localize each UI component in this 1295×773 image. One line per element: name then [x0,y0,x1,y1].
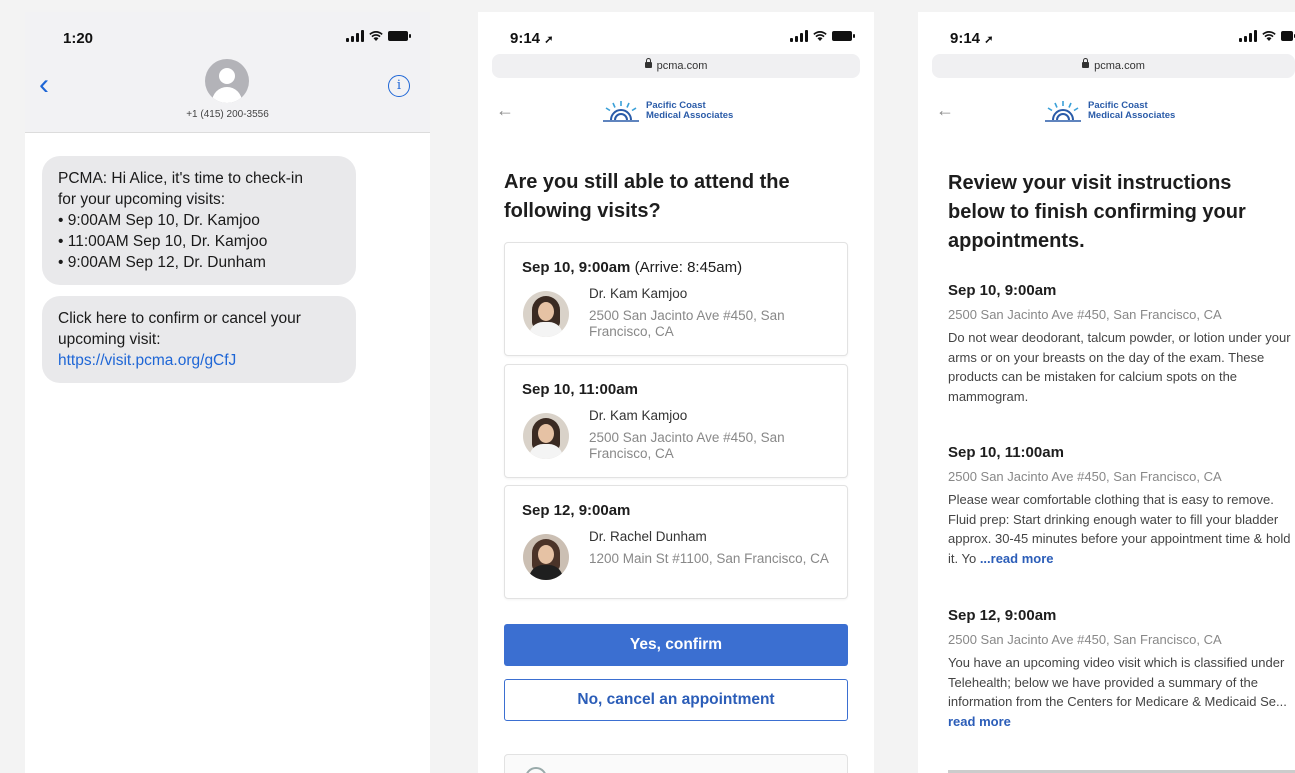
message-line: • 11:00AM Sep 10, Dr. Kamjoo [58,233,268,250]
message-line: • 9:00AM Sep 12, Dr. Dunham [58,254,266,271]
visit-card[interactable]: Sep 12, 9:00am Dr. Rachel Dunham 1200 Ma… [504,485,848,599]
location-arrow-icon: ➚ [984,34,994,46]
read-more-link[interactable]: ...read more [980,551,1054,566]
wifi-icon [1262,31,1276,41]
message-line: • 9:00AM Sep 10, Dr. Kamjoo [58,212,260,229]
info-icon[interactable]: i [388,75,410,97]
pcma-logo: Pacific Coast Medical Associates [602,100,733,122]
visit-title: Sep 10, 11:00am [522,381,638,398]
page-nav: ← Pacific Coast Medical Associates [478,92,874,132]
doctor-name: Dr. Kam Kamjoo [589,408,688,423]
contact-avatar[interactable] [205,59,249,103]
signal-icon [790,30,808,42]
page-title: Are you still able to attend the followi… [504,171,790,222]
visit-instructions: Sep 10, 9:00am 2500 San Jacinto Ave #450… [948,282,1293,406]
visit-title: Sep 10, 9:00am (Arrive: 8:45am) [522,259,743,276]
page-nav: ← Pacific Coast Medical Associates [918,92,1295,132]
visit-time: Sep 12, 9:00am [948,607,1057,624]
doctor-name: Dr. Kam Kamjoo [589,286,688,301]
doctor-avatar [523,534,569,580]
visit-note: You have an upcoming video visit which i… [948,655,1287,729]
battery-icon [388,31,411,41]
message-line: PCMA: Hi Alice, it's time to check-in [58,170,303,187]
sms-header: 1:20 ‹ +1 (415) 200-3556 i [25,12,430,133]
status-bar: 9:14 ➚ [478,12,874,60]
visit-card[interactable]: Sep 10, 9:00am (Arrive: 8:45am) Dr. Kam … [504,242,848,356]
visit-address: 2500 San Jacinto Ave #450, San Francisco… [948,307,1222,322]
doctor-name: Dr. Rachel Dunham [589,529,707,544]
url-bar[interactable]: pcma.com [492,54,860,78]
page-title: Review your visit instructions below to … [948,172,1246,252]
logo-line: Medical Associates [646,110,734,121]
message-bubble: PCMA: Hi Alice, it's time to check-in fo… [42,156,356,285]
message-line: for your upcoming visits: [58,191,226,208]
confirm-screen: 9:14 ➚ pcma.com ← Pacific Coast Medical [478,12,874,773]
battery-icon [1281,31,1295,41]
back-chevron-icon[interactable]: ‹ [39,70,49,100]
url-bar[interactable]: pcma.com [932,54,1295,78]
wifi-icon [813,31,827,41]
visit-address: 2500 San Jacinto Ave #450, San Francisco… [589,430,785,461]
url-text: pcma.com [1094,60,1145,72]
confirm-link[interactable]: https://visit.pcma.org/gCfJ [58,350,340,371]
visit-instructions: Sep 12, 9:00am 2500 San Jacinto Ave #450… [948,607,1293,731]
location-arrow-icon: ➚ [544,34,554,46]
back-arrow-icon[interactable]: ← [496,100,514,121]
cancel-appointment-button[interactable]: No, cancel an appointment [504,679,848,721]
status-time: 9:14 ➚ [510,30,554,47]
visit-instructions: Sep 10, 11:00am 2500 San Jacinto Ave #45… [948,444,1293,568]
partial-card [504,754,848,773]
read-more-link[interactable]: read more [948,714,1011,729]
visit-note: Please wear comfortable clothing that is… [948,492,1291,566]
status-time: 1:20 [63,30,94,47]
confirm-button[interactable]: Yes, confirm [504,624,848,666]
status-icons [346,30,411,42]
pcma-logo: Pacific Coast Medical Associates [1044,100,1175,122]
signal-icon [1239,30,1257,42]
lock-icon [1082,58,1090,68]
sms-screen: 1:20 ‹ +1 (415) 200-3556 i PCMA: Hi Alic… [25,12,430,773]
back-arrow-icon[interactable]: ← [936,100,954,121]
logo-line: Medical Associates [1088,110,1176,121]
review-screen: 9:14 ➚ pcma.com ← Pacific Coast Medical [918,12,1295,773]
visit-card[interactable]: Sep 10, 11:00am Dr. Kam Kamjoo 2500 San … [504,364,848,478]
logo-text: Pacific Coast Medical Associates [646,101,733,121]
status-icons [1239,30,1295,42]
arrive-time: (Arrive: 8:45am) [634,259,743,276]
sun-logo-icon [603,101,639,122]
visit-address: 1200 Main St #1100, San Francisco, CA [589,551,829,566]
visit-title: Sep 12, 9:00am [522,502,631,519]
message-bubble: Click here to confirm or cancel your upc… [42,296,356,383]
message-line: upcoming visit: [58,331,161,348]
logo-text: Pacific Coast Medical Associates [1088,101,1175,121]
sun-logo-icon [1045,101,1081,122]
wifi-icon [369,31,383,41]
battery-icon [832,31,855,41]
doctor-avatar [523,291,569,337]
lock-icon [644,58,652,68]
url-text: pcma.com [656,60,708,72]
circle-icon [525,767,547,773]
visit-time: Sep 10, 9:00am [948,282,1057,299]
visit-address: 2500 San Jacinto Ave #450, San Francisco… [948,632,1222,647]
status-icons [790,30,855,42]
visit-address: 2500 San Jacinto Ave #450, San Francisco… [948,469,1222,484]
doctor-avatar [523,413,569,459]
signal-icon [346,30,364,42]
visit-note: Do not wear deodorant, talcum powder, or… [948,330,1291,404]
status-bar: 9:14 ➚ [918,12,1295,60]
visit-address: 2500 San Jacinto Ave #450, San Francisco… [589,308,785,339]
visit-time: Sep 10, 11:00am [948,444,1064,461]
status-bar: 1:20 [25,12,430,60]
message-line: Click here to confirm or cancel your [58,310,301,327]
status-time: 9:14 ➚ [950,30,994,47]
contact-number: +1 (415) 200-3556 [186,109,269,120]
